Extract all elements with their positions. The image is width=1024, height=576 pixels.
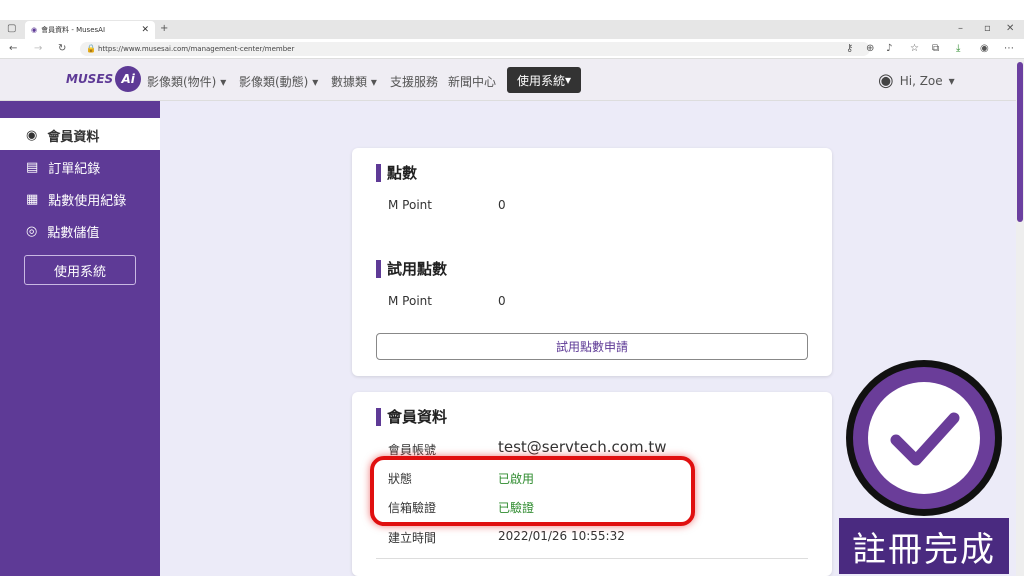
- apply-trial-points-button[interactable]: 試用點數申請: [376, 333, 808, 360]
- address-bar[interactable]: https://www.musesai.com/management-cente…: [80, 42, 870, 56]
- sidebar-use-system-button[interactable]: 使用系統: [24, 255, 136, 285]
- tab-close-icon[interactable]: ✕: [141, 25, 149, 35]
- use-system-nav-button[interactable]: 使用系統 ▾: [507, 67, 581, 93]
- document-icon: ▤: [26, 160, 39, 175]
- back-icon[interactable]: ←: [9, 42, 17, 56]
- trial-points-label: M Point: [388, 294, 432, 308]
- sidebar-item-point-usage[interactable]: ▦ 點數使用紀錄: [26, 190, 126, 209]
- user-menu[interactable]: ◉ Hi, Zoe ▾: [878, 70, 955, 91]
- browser-tab[interactable]: ◉ 會員資料 - MusesAI ✕: [25, 21, 155, 39]
- key-icon[interactable]: ⚷: [846, 42, 853, 56]
- logo-text: MUSES: [66, 72, 114, 86]
- points-label: M Point: [388, 198, 432, 212]
- checkmark-icon: [890, 412, 960, 466]
- points-value: 0: [498, 198, 506, 212]
- chevron-down-icon: ▾: [948, 73, 955, 88]
- points-title: 點數: [376, 162, 417, 183]
- lock-icon: 🔒: [86, 44, 96, 53]
- receipt-icon: ▦: [26, 192, 39, 207]
- created-time-label: 建立時間: [388, 531, 437, 545]
- zoom-icon[interactable]: ⊕: [866, 42, 874, 56]
- tab-title: 會員資料 - MusesAI: [41, 26, 106, 34]
- account-value: test@servtech.com.tw: [498, 438, 667, 456]
- created-time-value: 2022/01/26 10:55:32: [498, 529, 625, 543]
- divider: [376, 558, 808, 559]
- user-circle-icon: ◉: [26, 128, 38, 143]
- refresh-icon[interactable]: ↻: [58, 42, 66, 56]
- minimize-icon[interactable]: –: [958, 22, 963, 36]
- coin-icon: ◎: [26, 224, 38, 239]
- forward-icon[interactable]: →: [34, 42, 42, 56]
- member-title: 會員資料: [376, 406, 447, 427]
- download-icon[interactable]: ⤓: [956, 42, 960, 56]
- registration-complete-caption: 註冊完成: [839, 518, 1009, 574]
- more-icon[interactable]: ⋯: [1004, 42, 1014, 56]
- sidebar-item-member[interactable]: ◉ 會員資料: [26, 126, 99, 145]
- nav-item-image-object[interactable]: 影像類(物件) ▾: [147, 73, 226, 90]
- read-aloud-icon[interactable]: ♪: [886, 42, 892, 56]
- trial-points-value: 0: [498, 294, 506, 308]
- nav-item-support[interactable]: 支援服務: [390, 73, 438, 90]
- url-text: https://www.musesai.com/management-cente…: [98, 45, 295, 53]
- sidebar-item-point-topup[interactable]: ◎ 點數儲值: [26, 222, 99, 241]
- nav-item-data[interactable]: 數據類 ▾: [331, 73, 377, 90]
- highlight-box: [370, 456, 695, 526]
- scrollbar-thumb[interactable]: [1017, 62, 1023, 222]
- success-badge-inner: [868, 382, 980, 494]
- nav-item-image-motion[interactable]: 影像類(動態) ▾: [239, 73, 318, 90]
- sidebar-item-orders[interactable]: ▤ 訂單紀錄: [26, 158, 100, 177]
- trial-points-title: 試用點數: [376, 258, 447, 279]
- tab-favicon-icon: ◉: [31, 26, 38, 34]
- user-greeting: Hi, Zoe: [899, 73, 943, 88]
- nav-item-news[interactable]: 新聞中心: [448, 73, 496, 90]
- window-close-icon[interactable]: ✕: [1006, 22, 1014, 36]
- restore-icon[interactable]: ▫: [984, 22, 991, 36]
- favorites-icon[interactable]: ☆: [910, 42, 919, 56]
- tab-actions-icon[interactable]: ▢: [7, 22, 16, 36]
- site-logo[interactable]: MUSES Ai: [66, 66, 142, 92]
- logo-badge: Ai: [115, 66, 142, 92]
- profile-icon[interactable]: ◉: [980, 42, 989, 56]
- collections-icon[interactable]: ⧉: [932, 42, 939, 56]
- user-avatar-icon: ◉: [878, 70, 894, 91]
- new-tab-icon[interactable]: +: [160, 22, 168, 36]
